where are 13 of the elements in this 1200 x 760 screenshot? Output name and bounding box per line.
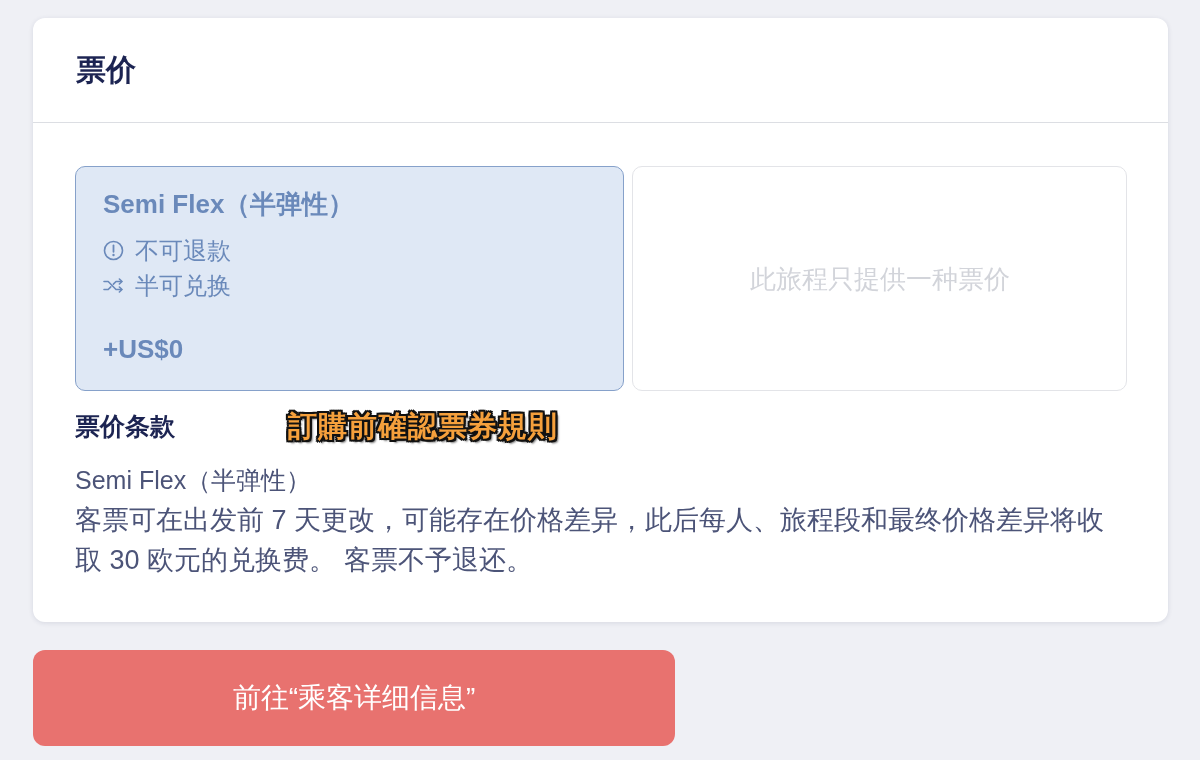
panel-title: 票价 bbox=[76, 52, 136, 88]
fare-name: Semi Flex（半弹性） bbox=[103, 188, 355, 220]
shuffle-icon bbox=[103, 278, 124, 293]
continue-button[interactable]: 前往“乘客详细信息” bbox=[33, 650, 675, 746]
fare-option-card[interactable]: Semi Flex（半弹性） 不可退款 半可兑换 +US$0 bbox=[75, 166, 624, 391]
feature-text: 不可退款 bbox=[135, 235, 231, 266]
exclamation-circle-icon bbox=[103, 240, 124, 261]
fare-price: +US$0 bbox=[103, 333, 184, 365]
section-heading: 票价条款 bbox=[75, 411, 175, 442]
feature-text: 半可兑换 bbox=[135, 270, 231, 301]
terms-fare-name: Semi Flex（半弹性） bbox=[75, 465, 313, 496]
terms-text: 客票可在出发前 7 天更改，可能存在价格差异，此后每人、旅程段和最终价格差异将收取 30 欧元的兑换费。 客票不予退还。 bbox=[75, 504, 1106, 577]
annotation-text: 訂購前確認票券規則 bbox=[288, 409, 558, 444]
